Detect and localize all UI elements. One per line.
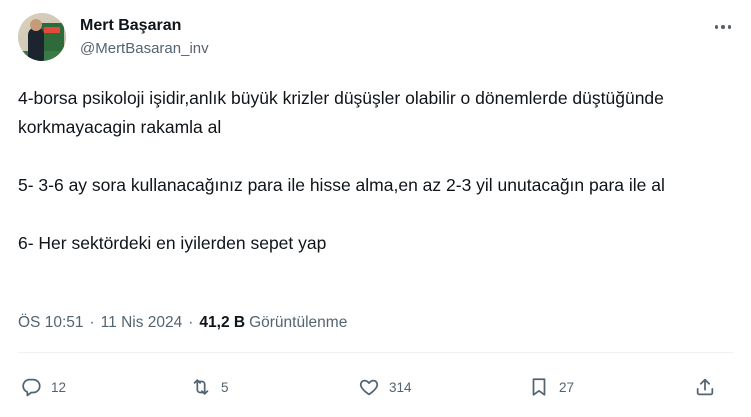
bookmark-count: 27 [559, 379, 575, 395]
retweet-count: 5 [221, 379, 229, 395]
tweet-paragraph: 5- 3-6 ay sora kullanacağınız para ile h… [18, 175, 665, 195]
tweet-date[interactable]: 11 Nis 2024 [101, 314, 183, 332]
avatar[interactable] [18, 13, 66, 61]
bookmark-icon [532, 378, 546, 396]
comment-bubble-icon [22, 378, 41, 397]
more-dots-icon[interactable] [713, 17, 733, 37]
tweet-meta: ÖS 10:51 · 11 Nis 2024 · 41,2 B Görüntül… [18, 314, 347, 332]
tweet-actions: 12 5 314 27 [18, 372, 733, 402]
retweet-icon [193, 379, 209, 395]
retweet-button[interactable]: 5 [190, 372, 229, 402]
tweet-paragraph: 6- Her sektördeki en iyilerden sepet yap [18, 233, 327, 253]
heart-icon [359, 379, 379, 396]
reply-button[interactable]: 12 [20, 372, 66, 402]
like-button[interactable]: 314 [358, 372, 412, 402]
tweet-text: 4-borsa psikoloji işidir,anlık büyük kri… [18, 84, 733, 258]
reply-count: 12 [51, 379, 67, 395]
author-name[interactable]: Mert Başaran [80, 17, 181, 35]
views-count: 41,2 B [199, 314, 246, 331]
author-handle[interactable]: @MertBasaran_inv [80, 40, 209, 57]
meta-separator: · [188, 314, 194, 331]
share-upload-icon [696, 378, 714, 396]
tweet-header: Mert Başaran @MertBasaran_inv [18, 13, 733, 65]
views-label: Görüntülenme [249, 314, 348, 331]
tweet-time[interactable]: ÖS 10:51 [18, 314, 84, 332]
like-count: 314 [389, 379, 412, 395]
divider [18, 352, 733, 353]
bookmark-button[interactable]: 27 [528, 372, 574, 402]
tweet-paragraph: 4-borsa psikoloji işidir,anlık büyük kri… [18, 88, 664, 137]
meta-separator: · [89, 314, 95, 331]
share-button[interactable] [694, 372, 716, 402]
